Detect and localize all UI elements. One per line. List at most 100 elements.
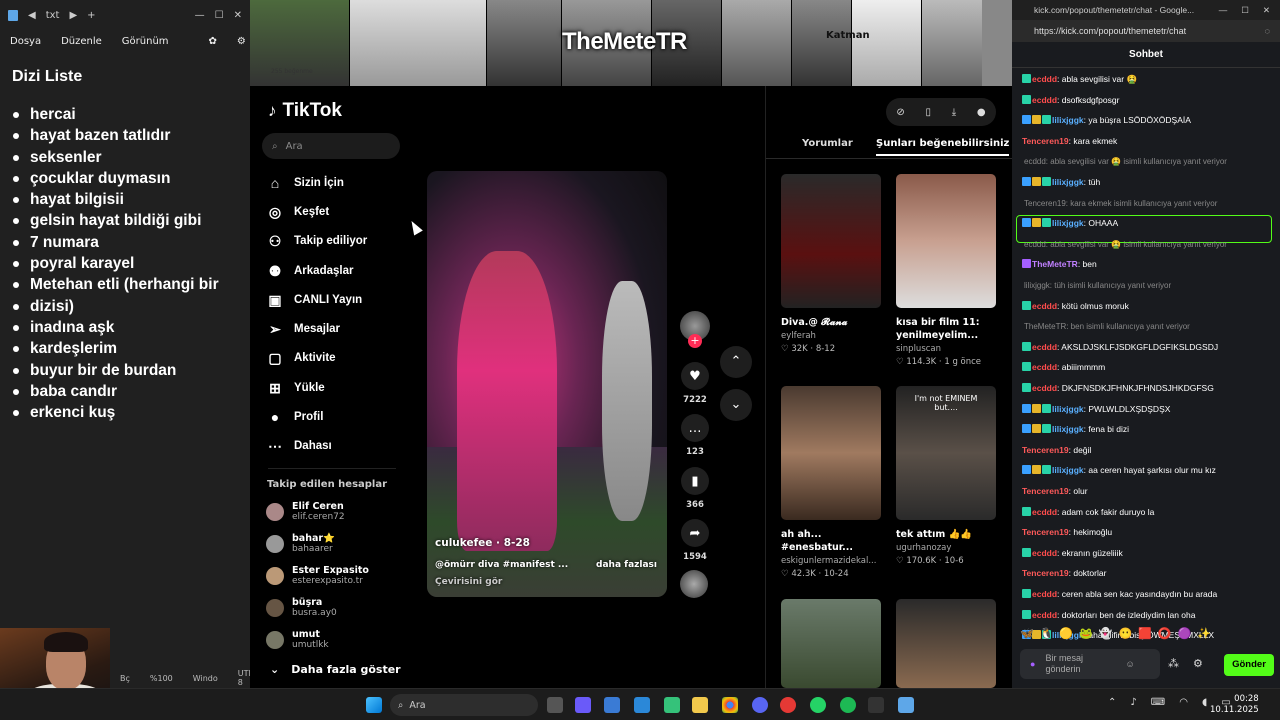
video-thumbnail[interactable] [781, 174, 881, 308]
emote-icon[interactable]: 🐧 [1040, 627, 1054, 640]
chrome-icon[interactable] [722, 697, 738, 713]
file-explorer-icon[interactable] [692, 697, 708, 713]
video-thumbnail[interactable] [781, 386, 881, 520]
video-thumbnail[interactable]: I'm not EMINEM but.... [896, 386, 996, 520]
eye-off-icon[interactable]: ◌ [1265, 26, 1270, 36]
heart-icon[interactable]: ♥ [681, 362, 709, 390]
suggested-video-card[interactable]: ah ah... #enesbatur... eskigunlermazidek… [781, 386, 881, 579]
chat-username[interactable]: lilixjggk [1052, 424, 1084, 434]
save-action[interactable]: ▮ 366 [680, 467, 710, 510]
points-icon[interactable]: ⁂ [1168, 657, 1179, 670]
send-button[interactable]: Gönder [1224, 654, 1274, 676]
chat-username[interactable]: ecddd [1032, 301, 1057, 311]
start-icon[interactable] [366, 697, 382, 713]
close-icon[interactable]: ✕ [1263, 5, 1270, 16]
comment-icon[interactable]: … [681, 414, 709, 442]
maximize-icon[interactable]: ☐ [215, 10, 224, 21]
emote-icon[interactable]: 🟥 [1138, 627, 1152, 640]
translate-link[interactable]: Çevirisini gör [435, 577, 502, 587]
microphone-icon[interactable]: ♪ [1130, 697, 1136, 708]
video-player[interactable]: culukefee · 8-28 @ömürr diva #manifest .… [427, 171, 667, 597]
chat-username[interactable]: ecddd [1032, 95, 1057, 105]
chat-message-input[interactable]: ● Bir mesaj gönderin ☺ [1020, 649, 1160, 679]
nav-friends[interactable]: ⚉ Arkadaşlar [266, 262, 354, 280]
chat-username[interactable]: TheMeteTR [1032, 259, 1078, 269]
nav-activity[interactable]: ▢ Aktivite [266, 349, 335, 367]
download-icon[interactable]: ⤓ [952, 107, 956, 118]
suggested-video-card[interactable]: Diva.@ 𝓡𝓪𝓷𝓪 eylferah ♡ 32K · 8-12 [781, 174, 881, 354]
chat-username[interactable]: ecddd [1032, 548, 1057, 558]
video-thumbnail[interactable] [781, 599, 881, 688]
next-video-button[interactable]: ⌄ [720, 389, 752, 421]
tab-next-icon[interactable]: ▶ [69, 10, 77, 21]
address-bar[interactable]: https://kick.com/popout/themetetr/chat ◌ [1012, 20, 1280, 42]
widgets-icon[interactable] [664, 697, 680, 713]
chat-username[interactable]: ecddd [1032, 383, 1057, 393]
previous-video-button[interactable]: ⌃ [720, 346, 752, 378]
menu-view[interactable]: Görünüm [122, 36, 169, 47]
emote-icon[interactable]: 🟣 [1178, 627, 1192, 640]
minimize-icon[interactable]: — [1219, 5, 1228, 15]
share-icon[interactable]: ➦ [681, 519, 709, 547]
chat-username[interactable]: ecddd [1032, 610, 1057, 620]
notepad-editor[interactable]: Dizi Liste hercai hayat bazen tatlıdır s… [0, 52, 250, 431]
chat-username[interactable]: ecddd [1032, 342, 1057, 352]
follow-plus-icon[interactable]: + [688, 334, 702, 348]
taskbar-clock[interactable]: 00:28 10.11.2025 [1210, 694, 1259, 716]
volume-icon[interactable]: ◖ [1202, 697, 1207, 708]
url-text[interactable]: https://kick.com/popout/themetetr/chat [1034, 26, 1265, 36]
tiktok-search-input[interactable]: ⌕ Ara [262, 133, 400, 159]
new-tab-icon[interactable]: + [87, 10, 95, 21]
like-action[interactable]: ♥ 7222 [680, 362, 710, 405]
video-thumbnail[interactable] [896, 174, 996, 308]
opera-icon[interactable] [780, 697, 796, 713]
followed-account[interactable]: bahar⭐ bahaarer [266, 533, 335, 555]
chat-username[interactable]: Tenceren19 [1022, 136, 1069, 146]
keyboard-icon[interactable]: ⌨ [1151, 697, 1165, 708]
suggested-video-card[interactable]: I'm not EMINEM but.... tek attım 👍👍 ugur… [896, 386, 996, 566]
minimize-icon[interactable]: — [195, 10, 205, 21]
wifi-icon[interactable]: ◠ [1179, 697, 1188, 708]
coins-icon[interactable]: ⊘ [896, 107, 904, 118]
nav-explore[interactable]: ◎ Keşfet [266, 203, 329, 221]
notepad-tab-title[interactable]: txt [46, 10, 60, 21]
suggested-video-card[interactable] [781, 599, 881, 688]
menu-file[interactable]: Dosya [10, 36, 41, 47]
microphone-icon[interactable]: ● [1030, 659, 1035, 670]
bookmark-icon[interactable]: ▮ [681, 467, 709, 495]
discord-icon[interactable] [752, 697, 768, 713]
nav-live[interactable]: ▣ CANLI Yayın [266, 291, 362, 309]
followed-account[interactable]: Ester Expasito esterexpasito.tr [266, 565, 369, 587]
chat-username[interactable]: lilixjggk [1052, 115, 1084, 125]
nav-more[interactable]: ⋯ Dahası [266, 437, 332, 455]
copilot-icon[interactable] [575, 697, 591, 713]
chat-username[interactable]: ecddd [1032, 507, 1057, 517]
emote-icon[interactable]: ✨ [1197, 627, 1211, 640]
tab-comments[interactable]: Yorumlar [802, 138, 853, 149]
chat-username[interactable]: ecddd [1032, 589, 1057, 599]
chat-username[interactable]: Tenceren19 [1022, 527, 1069, 537]
taskbar-search[interactable]: ⌕ Ara [390, 694, 538, 716]
emote-icon[interactable]: ⭕ [1158, 627, 1172, 640]
chat-username[interactable]: ecddd [1032, 362, 1057, 372]
app-icon[interactable] [868, 697, 884, 713]
chat-username[interactable]: Tenceren19 [1022, 568, 1069, 578]
tab-suggested[interactable]: Şunları beğenebilirsiniz [876, 138, 1010, 156]
nav-upload[interactable]: ⊞ Yükle [266, 379, 325, 397]
chat-username[interactable]: lilixjggk [1052, 465, 1084, 475]
copilot-icon[interactable]: ✿ [209, 36, 217, 47]
show-more-button[interactable]: ⌄ Daha fazla göster [270, 663, 401, 676]
music-disc-icon[interactable] [680, 570, 708, 598]
emote-icon[interactable]: 🦋 [1020, 627, 1034, 640]
tab-prev-icon[interactable]: ◀ [28, 10, 36, 21]
emote-icon[interactable]: 🐸 [1079, 627, 1093, 640]
chat-username[interactable]: Tenceren19 [1022, 486, 1069, 496]
nav-following[interactable]: ⚇ Takip ediliyor [266, 232, 368, 250]
video-author[interactable]: culukefee · 8-28 [435, 537, 530, 549]
emote-icon[interactable]: 😶 [1119, 627, 1133, 640]
chevron-up-icon[interactable]: ⌃ [1108, 697, 1116, 708]
tiktok-logo[interactable]: ♪ TikTok [268, 100, 342, 122]
nav-for-you[interactable]: ⌂ Sizin İçin [266, 174, 344, 192]
followed-account[interactable]: umut umutlkk [266, 629, 329, 651]
notepad-taskbar-icon[interactable] [898, 697, 914, 713]
